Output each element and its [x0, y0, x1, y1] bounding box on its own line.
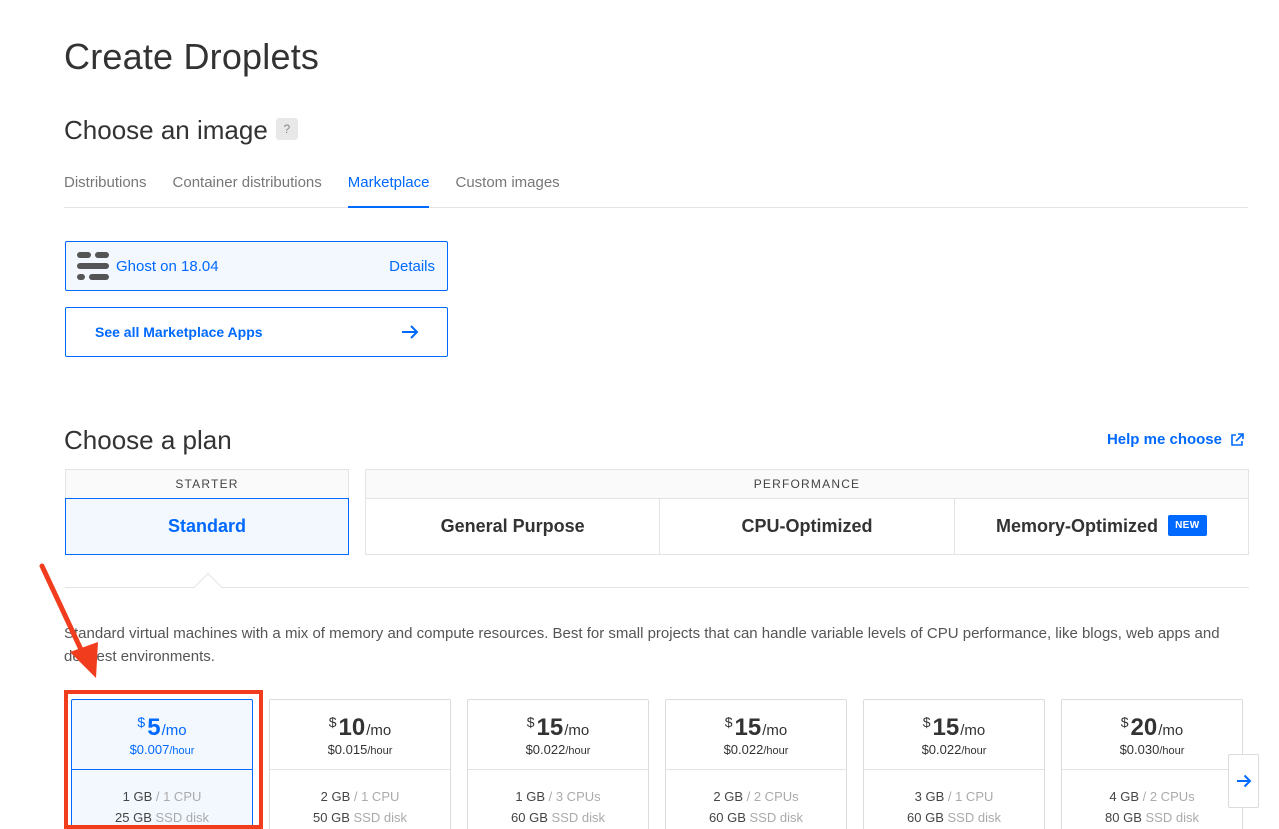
- ram-value: 2 GB: [320, 789, 351, 804]
- currency-symbol: $: [1120, 714, 1129, 730]
- ram-value: 4 GB: [1109, 789, 1139, 804]
- disk-value: 60 GB: [511, 810, 548, 825]
- memory-optimized-label: Memory-Optimized: [996, 516, 1159, 536]
- plan-divider: [65, 587, 1249, 588]
- monthly-price: 15: [932, 714, 960, 741]
- arrow-right-icon: [1236, 774, 1251, 788]
- per-month: /mo: [762, 722, 788, 739]
- disk-type: SSD disk: [353, 810, 407, 825]
- new-badge: NEW: [1168, 514, 1207, 536]
- scroll-next-button[interactable]: [1228, 754, 1259, 808]
- cpu-value: / 3 CPUs: [548, 789, 601, 804]
- selected-image-card[interactable]: Ghost on 18.04 Details: [65, 241, 448, 291]
- tab-container-distributions[interactable]: Container distributions: [173, 168, 322, 208]
- plan-section-title: Choose a plan: [64, 425, 232, 455]
- price-card-20[interactable]: $20/mo $0.030/hour 4 GB / 2 CPUs 80 GB S…: [1061, 699, 1243, 829]
- page-title: Create Droplets: [64, 36, 320, 77]
- image-section-title-text: Choose an image: [64, 115, 268, 145]
- hour-unit: /hour: [367, 745, 393, 757]
- currency-symbol: $: [526, 714, 535, 730]
- monthly-price: 15: [734, 714, 762, 741]
- hour-unit: /hour: [1159, 745, 1185, 757]
- price-card-15-c[interactable]: $15/mo $0.022/hour 3 GB / 1 CPU 60 GB SS…: [863, 699, 1045, 829]
- disk-type: SSD disk: [1145, 810, 1199, 825]
- hour-unit: /hour: [565, 745, 591, 757]
- per-month: /mo: [366, 722, 392, 739]
- hourly-price: $0.022: [921, 742, 962, 757]
- hourly-price: $0.022: [525, 742, 566, 757]
- disk-value: 60 GB: [709, 810, 746, 825]
- details-link[interactable]: Details: [389, 258, 435, 275]
- hourly-price: $0.030: [1119, 742, 1160, 757]
- starter-group-label: STARTER: [175, 477, 239, 491]
- image-tabs: Distributions Container distributions Ma…: [64, 168, 1248, 208]
- price-card-15-a[interactable]: $15/mo $0.022/hour 1 GB / 3 CPUs 60 GB S…: [467, 699, 649, 829]
- disk-value: 80 GB: [1105, 810, 1142, 825]
- arrow-right-icon: [402, 325, 419, 339]
- plan-description: Standard virtual machines with a mix of …: [64, 625, 1220, 665]
- hourly-price: $0.015: [327, 742, 368, 757]
- image-section-title: Choose an image?: [64, 115, 298, 146]
- help-me-choose-link[interactable]: Help me choose: [1107, 431, 1244, 448]
- currency-symbol: $: [724, 714, 733, 730]
- disk-type: SSD disk: [947, 810, 1001, 825]
- plan-type-memory-optimized[interactable]: Memory-Optimized NEW: [955, 499, 1248, 554]
- currency-symbol: $: [328, 714, 337, 730]
- help-me-choose-label: Help me choose: [1106, 431, 1222, 448]
- cpu-value: / 1 CPU: [947, 789, 994, 804]
- monthly-price: 15: [536, 714, 564, 741]
- monthly-price: 20: [1130, 714, 1158, 741]
- plan-type-general-purpose[interactable]: General Purpose: [366, 499, 661, 554]
- plan-type-standard[interactable]: Standard: [65, 498, 349, 555]
- ram-value: 2 GB: [713, 789, 743, 804]
- ram-value: 1 GB: [515, 789, 545, 804]
- per-month: /mo: [960, 722, 986, 739]
- ghost-logo-icon: [77, 250, 109, 282]
- hourly-price: $0.022: [723, 742, 764, 757]
- disk-value: 60 GB: [907, 810, 944, 825]
- annotation-arrow-icon: [39, 563, 98, 678]
- price-card-15-b[interactable]: $15/mo $0.022/hour 2 GB / 2 CPUs 60 GB S…: [665, 699, 847, 829]
- cpu-value: / 1 CPU: [353, 789, 400, 804]
- performance-plan-group: PERFORMANCE General Purpose CPU-Optimize…: [365, 469, 1249, 555]
- starter-plan-group: STARTER Standard: [65, 469, 349, 555]
- see-all-marketplace-button[interactable]: See all Marketplace Apps: [65, 307, 448, 357]
- disk-type: SSD disk: [749, 810, 803, 825]
- annotation-highlight-box: [64, 690, 263, 829]
- disk-type: SSD disk: [551, 810, 605, 825]
- per-month: /mo: [564, 722, 590, 739]
- image-name: Ghost on 18.04: [116, 257, 219, 275]
- monthly-price: 10: [338, 714, 366, 741]
- plan-type-cpu-optimized[interactable]: CPU-Optimized: [660, 499, 955, 554]
- hour-unit: /hour: [961, 745, 987, 757]
- help-icon[interactable]: ?: [275, 118, 298, 141]
- tab-custom-images[interactable]: Custom images: [455, 168, 559, 208]
- external-link-icon: [1231, 432, 1244, 446]
- cpu-value: / 2 CPUs: [1142, 789, 1195, 804]
- cpu-value: / 2 CPUs: [746, 789, 799, 804]
- price-card-10[interactable]: $10/mo $0.015/hour 2 GB / 1 CPU 50 GB SS…: [269, 699, 451, 829]
- see-all-marketplace-label: See all Marketplace Apps: [95, 324, 263, 340]
- per-month: /mo: [1158, 722, 1184, 739]
- ram-value: 3 GB: [914, 789, 945, 804]
- disk-value: 50 GB: [313, 810, 350, 825]
- tab-distributions[interactable]: Distributions: [64, 168, 147, 208]
- currency-symbol: $: [922, 714, 931, 730]
- performance-group-label: PERFORMANCE: [753, 477, 861, 491]
- hour-unit: /hour: [763, 745, 789, 757]
- tab-marketplace[interactable]: Marketplace: [347, 168, 430, 208]
